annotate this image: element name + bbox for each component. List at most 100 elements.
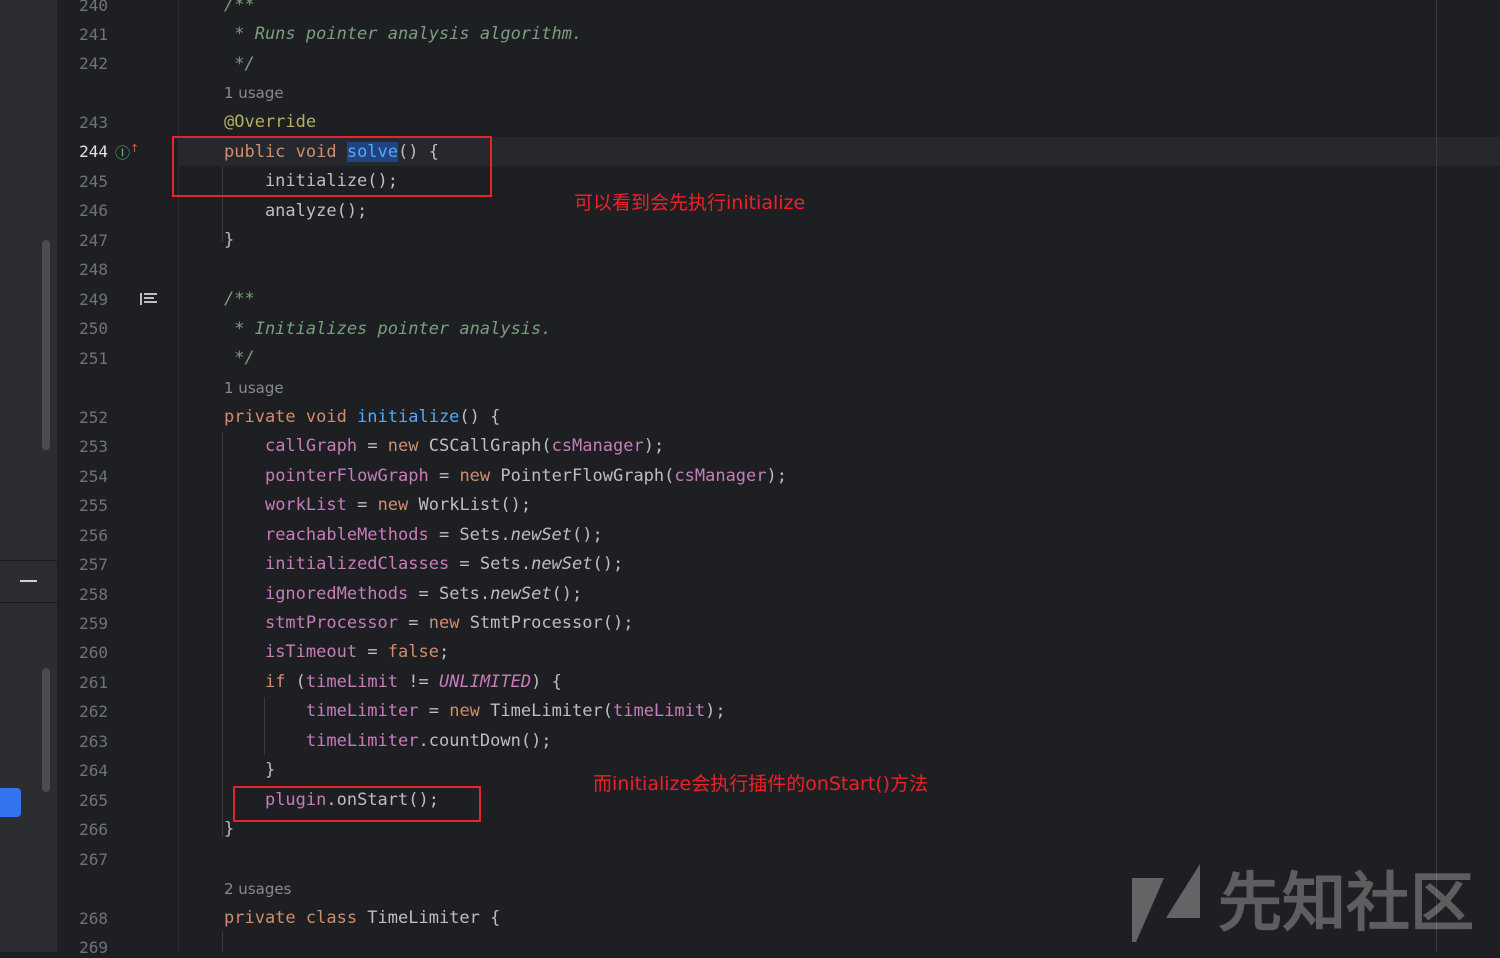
line-number[interactable]: 259 — [57, 614, 108, 634]
field[interactable]: timeLimit — [306, 672, 398, 692]
code-line[interactable]: } — [224, 759, 275, 781]
line-number[interactable]: 265 — [57, 791, 108, 811]
divider — [0, 602, 57, 603]
right-margin-guide — [1436, 0, 1437, 952]
line-number[interactable]: 245 — [57, 172, 108, 192]
keyword: new — [449, 701, 480, 721]
code-line[interactable]: if (timeLimit != UNLIMITED) { — [224, 671, 562, 693]
annotation-note: 可以看到会先执行initialize — [574, 192, 806, 214]
field[interactable]: reachableMethods — [265, 525, 429, 545]
field[interactable]: stmtProcessor — [265, 613, 398, 633]
code-line[interactable]: timeLimiter = new TimeLimiter(timeLimit)… — [224, 700, 726, 722]
indent-guide — [222, 932, 223, 952]
code-line[interactable]: workList = new WorkList(); — [224, 494, 531, 516]
line-number[interactable]: 261 — [57, 673, 108, 693]
field[interactable]: initializedClasses — [265, 554, 449, 574]
line-number[interactable]: 256 — [57, 526, 108, 546]
line-number[interactable]: 252 — [57, 408, 108, 428]
keyword: private class — [224, 908, 368, 928]
line-number[interactable]: 250 — [57, 319, 108, 339]
line-number[interactable]: 264 — [57, 761, 108, 781]
code-line[interactable]: stmtProcessor = new StmtProcessor(); — [224, 612, 634, 634]
usage-hint[interactable]: 2 usages — [224, 879, 291, 899]
minus-icon[interactable] — [20, 580, 37, 582]
line-number[interactable]: 247 — [57, 231, 108, 251]
line-number[interactable]: 246 — [57, 201, 108, 221]
line-number[interactable]: 269 — [57, 938, 108, 958]
line-number[interactable]: 255 — [57, 496, 108, 516]
line-number[interactable]: 248 — [57, 260, 108, 280]
keyword: new — [377, 495, 409, 515]
line-number[interactable]: 251 — [57, 349, 108, 369]
field[interactable]: isTimeout — [265, 642, 357, 662]
line-number[interactable]: 249 — [57, 290, 108, 310]
left-scrollbar-top[interactable] — [42, 240, 50, 450]
line-number[interactable]: 258 — [57, 585, 108, 605]
static-method[interactable]: newSet — [490, 584, 551, 604]
highlight-box-plugin — [233, 786, 481, 822]
code-line[interactable]: @Override — [224, 111, 316, 133]
code-line[interactable]: timeLimiter.countDown(); — [224, 730, 552, 752]
method-name[interactable]: initialize — [357, 407, 459, 427]
code-line[interactable]: */ — [224, 347, 254, 369]
code-text: CSCallGraph( — [418, 436, 552, 456]
code-line[interactable]: private void initialize() { — [224, 406, 500, 428]
override-up-arrow-icon[interactable]: Ⓘ↑ — [115, 142, 139, 163]
code-text: WorkList(); — [408, 495, 532, 515]
line-number[interactable]: 241 — [57, 25, 108, 45]
line-number-current[interactable]: 244 — [57, 142, 108, 162]
constant[interactable]: UNLIMITED — [439, 672, 531, 692]
code-text: = — [418, 701, 450, 721]
left-scrollbar-bottom[interactable] — [42, 668, 50, 792]
annotation-note: 而initialize会执行插件的onStart()方法 — [593, 773, 929, 795]
code-line[interactable]: private class TimeLimiter { — [224, 907, 500, 929]
line-number[interactable]: 254 — [57, 467, 108, 487]
code-line[interactable]: initializedClasses = Sets.newSet(); — [224, 553, 623, 575]
keyword: new — [428, 613, 460, 633]
code-line[interactable]: /** — [224, 0, 255, 16]
line-number[interactable]: 267 — [57, 850, 108, 870]
code-line[interactable]: /** — [224, 288, 255, 310]
code-line[interactable]: } — [224, 229, 234, 251]
code-line[interactable]: */ — [224, 53, 254, 75]
code-text: ; — [438, 642, 450, 662]
line-number[interactable]: 240 — [57, 0, 108, 16]
divider — [0, 560, 57, 561]
code-line[interactable]: ignoredMethods = Sets.newSet(); — [224, 583, 582, 605]
code-line[interactable]: isTimeout = false; — [224, 641, 449, 663]
line-number[interactable]: 260 — [57, 643, 108, 663]
field[interactable]: timeLimiter — [306, 731, 419, 751]
usage-hint[interactable]: 1 usage — [224, 83, 284, 103]
code-line[interactable]: * Runs pointer analysis algorithm. — [224, 23, 582, 45]
code-line[interactable]: reachableMethods = Sets.newSet(); — [224, 524, 603, 546]
line-number[interactable]: 243 — [57, 113, 108, 133]
line-number[interactable]: 257 — [57, 555, 108, 575]
code-text: (); — [592, 554, 624, 574]
static-method[interactable]: newSet — [531, 554, 592, 574]
code-line[interactable]: * Initializes pointer analysis. — [224, 318, 551, 340]
code-line[interactable]: pointerFlowGraph = new PointerFlowGraph(… — [224, 465, 787, 487]
field[interactable]: ignoredMethods — [265, 584, 408, 604]
code-line[interactable]: analyze(); — [224, 200, 367, 222]
field[interactable]: csManager — [552, 436, 644, 456]
reader-mode-icon[interactable] — [140, 292, 157, 306]
usage-hint[interactable]: 1 usage — [224, 378, 284, 398]
field[interactable]: pointerFlowGraph — [265, 466, 429, 486]
field[interactable]: timeLimit — [613, 701, 705, 721]
line-number[interactable]: 266 — [57, 820, 108, 840]
keyword: new — [387, 436, 419, 456]
static-method[interactable]: newSet — [511, 525, 572, 545]
code-line[interactable]: callGraph = new CSCallGraph(csManager); — [224, 435, 664, 457]
field[interactable]: workList — [265, 495, 347, 515]
line-number[interactable]: 242 — [57, 54, 108, 74]
code-text: TimeLimiter { — [367, 908, 501, 928]
active-tab-marker[interactable] — [0, 788, 21, 817]
line-number[interactable]: 268 — [57, 909, 108, 929]
highlight-box-solve — [172, 136, 492, 197]
line-number[interactable]: 253 — [57, 437, 108, 457]
field[interactable]: timeLimiter — [306, 701, 419, 721]
field[interactable]: csManager — [674, 466, 766, 486]
line-number[interactable]: 263 — [57, 732, 108, 752]
field[interactable]: callGraph — [265, 436, 357, 456]
line-number[interactable]: 262 — [57, 702, 108, 722]
